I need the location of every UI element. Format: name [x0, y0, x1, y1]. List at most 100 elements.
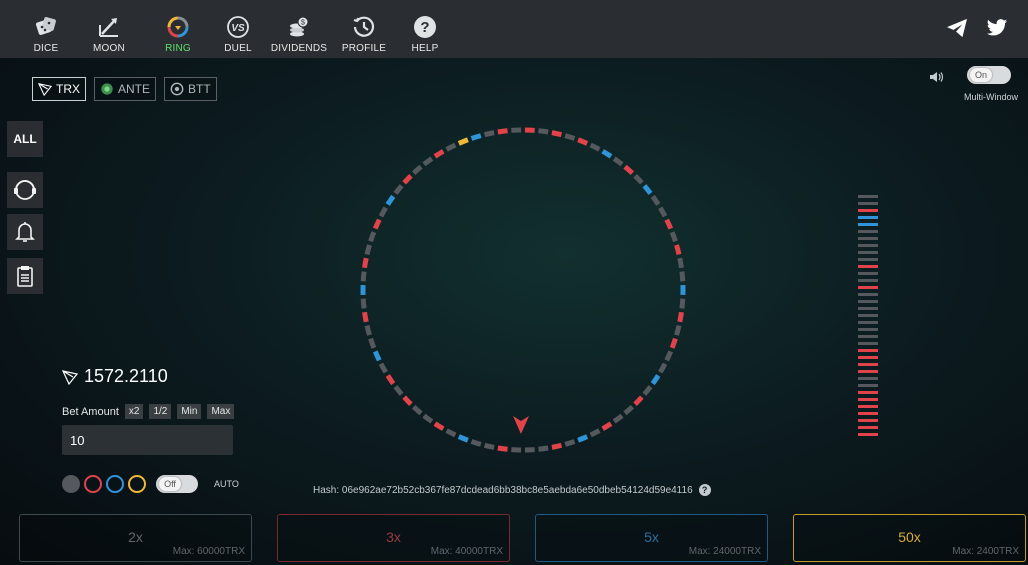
history-result-bar	[858, 321, 878, 324]
balance-value: 1572.2110	[84, 366, 168, 386]
multi-window-toggle[interactable]: On	[967, 66, 1011, 84]
history-result-bar	[858, 307, 878, 310]
sidebar-support-button[interactable]	[7, 172, 43, 208]
sidebar-notifications-button[interactable]	[7, 214, 43, 250]
twitter-icon[interactable]	[986, 18, 1008, 38]
history-result-bar	[858, 216, 878, 219]
wheel-segment	[402, 395, 413, 406]
bet-max-button[interactable]: Max	[207, 404, 235, 419]
hash-help-icon[interactable]: ?	[698, 484, 711, 496]
tab-ante[interactable]: ANTE	[94, 77, 157, 101]
nav-help[interactable]: ? HELP	[394, 0, 456, 54]
wheel-segment	[674, 244, 682, 255]
auto-toggle[interactable]: Off	[156, 475, 198, 493]
tron-icon	[38, 83, 52, 96]
wheel-segment	[385, 194, 396, 206]
wheel-segment	[551, 442, 563, 450]
bet-panel-5x[interactable]: 5x Max: 24000TRX	[535, 514, 768, 562]
vs-icon: VS	[227, 16, 249, 38]
wheel-segment	[364, 325, 372, 336]
color-blue-button[interactable]	[106, 475, 124, 493]
telegram-icon[interactable]	[946, 18, 968, 38]
color-red-button[interactable]	[84, 475, 102, 493]
nav-moon[interactable]: MOON	[74, 0, 144, 54]
bet-panel-multiplier: 2x	[128, 529, 143, 545]
main-nav: DICE MOON RING VS DUEL $ DIVIDENDS PROFI…	[18, 0, 456, 58]
bet-panel-max: Max: 24000TRX	[688, 546, 761, 557]
dice-icon	[35, 17, 56, 35]
ring-icon	[167, 16, 189, 38]
color-selector: Off AUTO	[62, 475, 239, 493]
moon-rocket-icon	[99, 18, 118, 37]
wheel-segment	[650, 194, 661, 206]
btt-icon	[170, 82, 184, 96]
bet-panel-multiplier: 3x	[386, 529, 401, 545]
wheel-segment	[538, 128, 549, 135]
nav-dice-label: DICE	[33, 43, 59, 54]
bet-amount-input[interactable]	[62, 425, 233, 455]
bet-controls: Bet Amount x2 1/2 Min Max	[62, 404, 235, 419]
history-result-bar	[858, 279, 878, 282]
svg-text:VS: VS	[231, 23, 245, 34]
wheel-segment	[378, 362, 388, 374]
nav-moon-label: MOON	[93, 43, 125, 54]
wheel-segment	[677, 257, 684, 269]
balance-display: 1572.2110	[62, 366, 168, 387]
bet-half-button[interactable]: 1/2	[149, 404, 172, 419]
wheel-segment	[372, 350, 382, 362]
history-result-bar	[858, 405, 878, 408]
wheel-segment	[612, 413, 624, 424]
history-result-bar	[858, 230, 878, 233]
nav-dice[interactable]: DICE	[18, 0, 74, 54]
color-yellow-button[interactable]	[128, 475, 146, 493]
wheel-segment	[623, 404, 635, 416]
hash-display: Hash: 06e962ae72b52cb367fe87dcdead6bb38b…	[313, 484, 711, 496]
wheel-segment	[364, 244, 372, 255]
wheel-segment	[679, 298, 686, 309]
sidebar-history-button[interactable]	[7, 258, 43, 294]
wheel-segment	[633, 395, 644, 406]
nav-profile-label: PROFILE	[341, 43, 387, 54]
history-result-bar	[858, 377, 878, 380]
bet-amount-label: Bet Amount	[62, 405, 119, 418]
wheel-segment	[360, 271, 367, 282]
help-icon: ?	[414, 16, 436, 38]
wheel-segment	[658, 206, 668, 218]
nav-dividends[interactable]: $ DIVIDENDS	[264, 0, 334, 54]
wheel-segment	[669, 231, 678, 243]
bet-panel-50x[interactable]: 50x Max: 2400TRX	[793, 514, 1026, 562]
color-gray-button[interactable]	[62, 475, 80, 493]
tab-btt-label: BTT	[188, 82, 211, 96]
wheel-segment	[677, 311, 684, 323]
nav-profile[interactable]: PROFILE	[334, 0, 394, 54]
wheel-segment	[445, 142, 457, 152]
wheel-segment	[658, 362, 668, 374]
tab-btt[interactable]: BTT	[164, 77, 217, 101]
bet-min-button[interactable]: Min	[177, 404, 202, 419]
wheel-segment	[445, 428, 457, 438]
wheel-segment	[577, 137, 589, 146]
bet-panel-2x[interactable]: 2x Max: 60000TRX	[19, 514, 252, 562]
history-result-bar	[858, 293, 878, 296]
wheel-segment	[411, 404, 423, 416]
history-result-bar	[858, 412, 878, 415]
nav-duel-label: DUEL	[224, 43, 252, 54]
wheel-segment	[470, 133, 482, 141]
history-result-bar	[858, 300, 878, 303]
nav-ring[interactable]: RING	[144, 0, 212, 54]
wheel-segment	[362, 311, 369, 323]
wheel-segment	[372, 218, 382, 230]
nav-ring-label: RING	[165, 43, 191, 54]
nav-duel[interactable]: VS DUEL	[212, 0, 264, 54]
sidebar-all-button[interactable]: ALL	[7, 121, 43, 157]
bet-x2-button[interactable]: x2	[124, 404, 144, 419]
speaker-icon[interactable]	[929, 70, 945, 84]
tab-trx[interactable]: TRX	[32, 77, 86, 101]
wheel-segment	[669, 337, 678, 349]
clock-icon	[353, 16, 375, 37]
wheel-segment	[422, 413, 434, 424]
wheel-segment	[674, 325, 682, 336]
wheel-segment	[589, 428, 601, 438]
wheel-segment	[368, 231, 377, 243]
bet-panel-3x[interactable]: 3x Max: 40000TRX	[277, 514, 510, 562]
